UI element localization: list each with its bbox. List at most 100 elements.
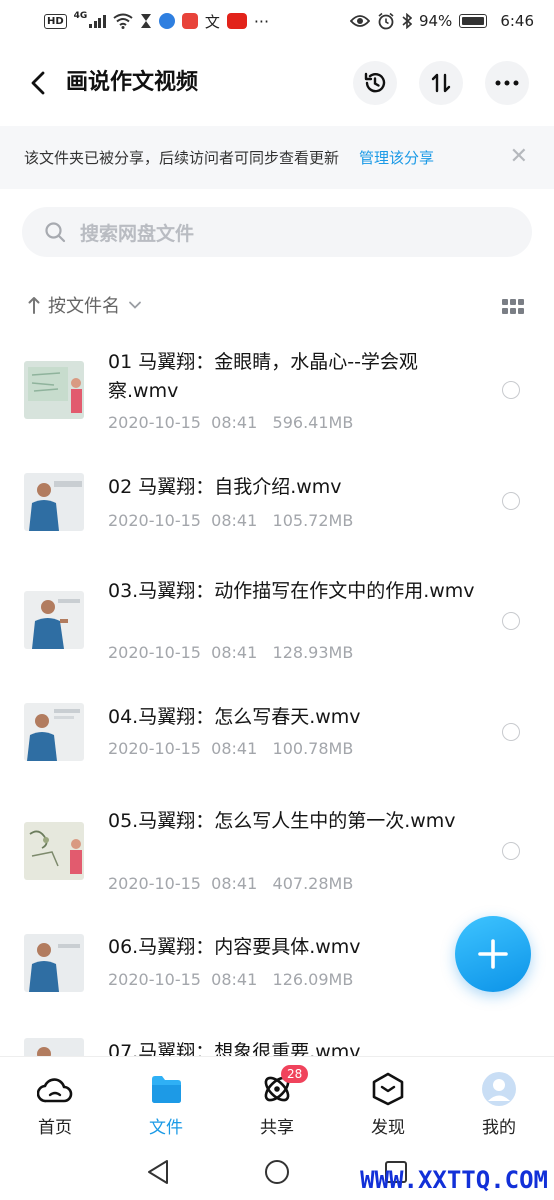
atom-icon: 28 <box>259 1065 309 1107</box>
hourglass-icon <box>140 14 151 28</box>
wifi-icon <box>113 13 133 29</box>
nav-item-home[interactable]: 首页 <box>15 1071 95 1138</box>
app-notify-icon <box>181 13 198 29</box>
more-icon <box>495 80 519 86</box>
nav-label: 我的 <box>482 1118 516 1138</box>
file-date: 2020-10-15 08:41 <box>108 413 258 432</box>
folder-icon <box>148 1071 184 1107</box>
status-left: HD 4G 文 ··· <box>44 11 269 32</box>
file-meta: 2020-10-15 08:41 128.93MB <box>108 643 353 662</box>
plus-icon <box>478 939 508 969</box>
file-name: 01 马翼翔：金眼睛，水晶心--学会观察.wmv <box>108 351 418 402</box>
file-name: 05.马翼翔：怎么写人生中的第一次.wmv <box>108 810 456 832</box>
chevron-left-icon <box>31 71 45 95</box>
chevron-down-icon <box>129 301 141 309</box>
file-name: 06.马翼翔：内容要具体.wmv <box>108 936 361 958</box>
file-size: 100.78MB <box>272 739 354 758</box>
file-size: 407.28MB <box>272 874 354 893</box>
video-thumbnail <box>24 703 84 761</box>
clock: 6:46 <box>500 12 534 30</box>
triangle-back-icon <box>148 1160 168 1184</box>
nav-label: 首页 <box>38 1118 72 1138</box>
history-icon <box>364 72 386 93</box>
nav-label: 发现 <box>371 1118 405 1138</box>
sort-label: 按文件名 <box>48 296 120 317</box>
app-notify-icon <box>226 13 247 29</box>
system-back-button[interactable] <box>142 1156 174 1188</box>
system-home-button[interactable] <box>261 1156 293 1188</box>
file-name: 04.马翼翔：怎么写春天.wmv <box>108 706 361 728</box>
file-name: 03.马翼翔：动作描写在作文中的作用.wmv <box>108 580 475 602</box>
video-thumbnail <box>24 591 84 649</box>
nav-label: 共享 <box>260 1118 294 1138</box>
close-icon[interactable]: ✕ <box>510 146 528 168</box>
status-bar: HD 4G 文 ··· 94% 6:46 <box>0 0 554 42</box>
manage-share-link[interactable]: 管理该分享 <box>359 147 434 168</box>
battery-icon <box>459 14 488 28</box>
back-button[interactable] <box>22 67 54 99</box>
file-size: 596.41MB <box>272 413 354 432</box>
video-thumbnail <box>24 934 84 992</box>
select-radio[interactable] <box>502 612 520 630</box>
page-title: 画说作文视频 <box>66 70 199 95</box>
bottom-nav: 首页 文件 28 共享 发现 我的 <box>0 1056 554 1144</box>
network-type: 4G <box>73 11 88 21</box>
bluetooth-icon <box>402 13 412 29</box>
video-thumbnail <box>24 361 84 419</box>
file-size: 126.09MB <box>272 970 354 989</box>
arrow-up-icon <box>28 297 40 314</box>
status-right: 94% 6:46 <box>349 12 534 30</box>
nav-item-me[interactable]: 我的 <box>459 1071 539 1138</box>
app-header: 画说作文视频 <box>0 55 554 111</box>
select-radio[interactable] <box>502 842 520 860</box>
grid-view-toggle-icon[interactable] <box>502 299 524 315</box>
file-date: 2020-10-15 08:41 <box>108 874 258 893</box>
video-thumbnail <box>24 473 84 531</box>
share-banner-text: 该文件夹已被分享，后续访问者可同步查看更新 <box>24 149 340 167</box>
file-meta: 2020-10-15 08:41 407.28MB <box>108 874 353 893</box>
file-date: 2020-10-15 08:41 <box>108 643 258 662</box>
file-date: 2020-10-15 08:41 <box>108 511 258 530</box>
search-input[interactable]: 搜索网盘文件 <box>22 207 532 257</box>
file-name: 07.马翼翔：想象很重要.wmv <box>108 1041 361 1056</box>
eye-icon <box>349 15 370 27</box>
share-banner: 该文件夹已被分享，后续访问者可同步查看更新 管理该分享 ✕ <box>0 126 554 189</box>
notification-badge: 28 <box>281 1065 309 1083</box>
file-size: 105.72MB <box>272 511 354 530</box>
file-date: 2020-10-15 08:41 <box>108 739 258 758</box>
avatar-icon <box>481 1071 517 1107</box>
select-radio[interactable] <box>502 723 520 741</box>
video-thumbnail <box>24 822 84 880</box>
file-meta: 2020-10-15 08:41 596.41MB <box>108 413 353 432</box>
box-icon <box>370 1071 406 1107</box>
sort-selector[interactable]: 按文件名 <box>28 292 142 318</box>
search-icon <box>45 222 66 243</box>
transfer-icon <box>431 73 451 93</box>
alarm-icon <box>378 12 394 30</box>
add-button[interactable] <box>455 916 531 992</box>
more-button[interactable] <box>485 61 529 105</box>
watermark: WWW.XXTTQ.COM <box>360 1166 548 1194</box>
cloud-icon <box>37 1071 73 1107</box>
file-meta: 2020-10-15 08:41 126.09MB <box>108 970 353 989</box>
signal-icon <box>89 14 106 28</box>
history-button[interactable] <box>353 61 397 105</box>
select-radio[interactable] <box>502 492 520 510</box>
nav-item-discover[interactable]: 发现 <box>348 1071 428 1138</box>
file-name: 02 马翼翔：自我介绍.wmv <box>108 476 342 498</box>
video-thumbnail <box>24 1038 84 1056</box>
transfer-button[interactable] <box>419 61 463 105</box>
nav-item-files[interactable]: 文件 <box>126 1071 206 1138</box>
hd-indicator: HD <box>44 13 67 29</box>
nav-label: 文件 <box>149 1118 183 1138</box>
nav-item-share[interactable]: 28 共享 <box>237 1065 317 1138</box>
file-meta: 2020-10-15 08:41 105.72MB <box>108 511 353 530</box>
translate-icon: 文 <box>204 12 220 31</box>
app-notify-icon <box>158 13 175 29</box>
file-date: 2020-10-15 08:41 <box>108 970 258 989</box>
file-size: 128.93MB <box>272 643 354 662</box>
file-meta: 2020-10-15 08:41 100.78MB <box>108 739 353 758</box>
circle-home-icon <box>265 1160 289 1184</box>
select-radio[interactable] <box>502 381 520 399</box>
battery-percent: 94% <box>418 12 453 30</box>
